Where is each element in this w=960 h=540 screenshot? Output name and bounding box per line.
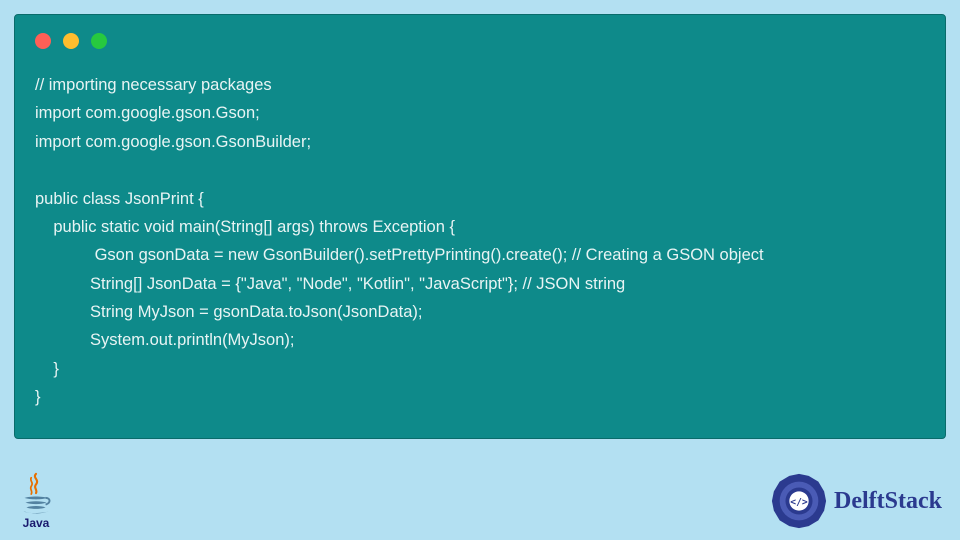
window-titlebar — [35, 33, 925, 49]
minimize-icon[interactable] — [63, 33, 79, 49]
delftstack-gear-icon: </> — [770, 472, 828, 530]
java-label: Java — [23, 516, 50, 530]
svg-text:</>: </> — [790, 497, 808, 508]
close-icon[interactable] — [35, 33, 51, 49]
brand-logo: </> DelftStack — [770, 472, 942, 530]
code-block: // importing necessary packages import c… — [35, 71, 925, 412]
java-logo: Java — [18, 472, 54, 530]
footer: Java </> DelftStack — [0, 472, 960, 534]
brand-label: DelftStack — [834, 488, 942, 515]
code-window: // importing necessary packages import c… — [14, 14, 946, 439]
maximize-icon[interactable] — [91, 33, 107, 49]
java-cup-icon — [18, 472, 54, 518]
